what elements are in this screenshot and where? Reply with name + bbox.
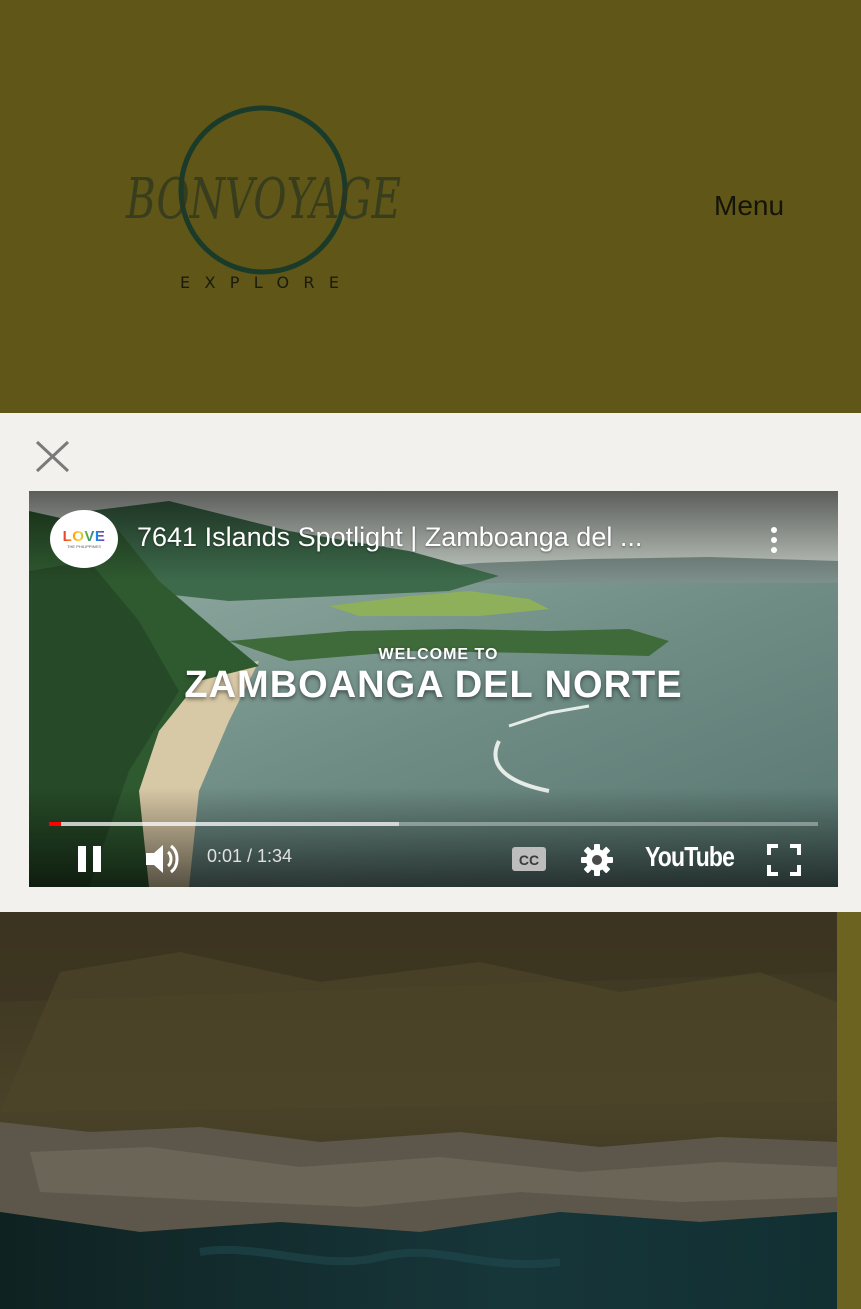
video-overlay-headline: ZAMBOANGA DEL NORTE <box>184 664 683 706</box>
youtube-logo[interactable]: YouTube <box>645 841 735 873</box>
svg-text:CC: CC <box>519 852 539 868</box>
logo-subtext: EXPLORE <box>180 273 350 292</box>
time-display: 0:01 / 1:34 <box>207 846 293 866</box>
channel-avatar-text: LOVE <box>62 528 106 545</box>
more-options-icon[interactable] <box>764 524 784 556</box>
volume-icon[interactable] <box>143 841 183 877</box>
close-icon[interactable] <box>32 438 74 474</box>
progress-buffered <box>49 822 399 826</box>
settings-icon[interactable] <box>580 843 614 877</box>
pause-icon[interactable] <box>75 843 105 875</box>
menu-link[interactable]: Menu <box>714 190 784 222</box>
logo-script-text: BONVOYAGE <box>125 167 401 232</box>
page-edge-strip <box>837 912 861 1309</box>
progress-bar[interactable] <box>49 822 818 826</box>
channel-avatar[interactable]: LOVE THE PHILIPPINES <box>50 510 118 568</box>
background-aerial-image <box>0 912 837 1309</box>
video-overlay-caption: WELCOME TO <box>378 646 499 663</box>
video-title[interactable]: 7641 Islands Spotlight | Zamboanga del .… <box>137 522 642 553</box>
site-header: BONVOYAGE EXPLORE Menu <box>0 0 861 413</box>
video-player[interactable]: LOVE THE PHILIPPINES 7641 Islands Spotli… <box>29 491 838 887</box>
site-logo[interactable]: BONVOYAGE EXPLORE <box>118 100 408 305</box>
captions-icon[interactable]: CC <box>511 845 547 873</box>
channel-avatar-subtext: THE PHILIPPINES <box>67 544 101 549</box>
fullscreen-icon[interactable] <box>766 843 802 877</box>
progress-played <box>49 822 61 826</box>
